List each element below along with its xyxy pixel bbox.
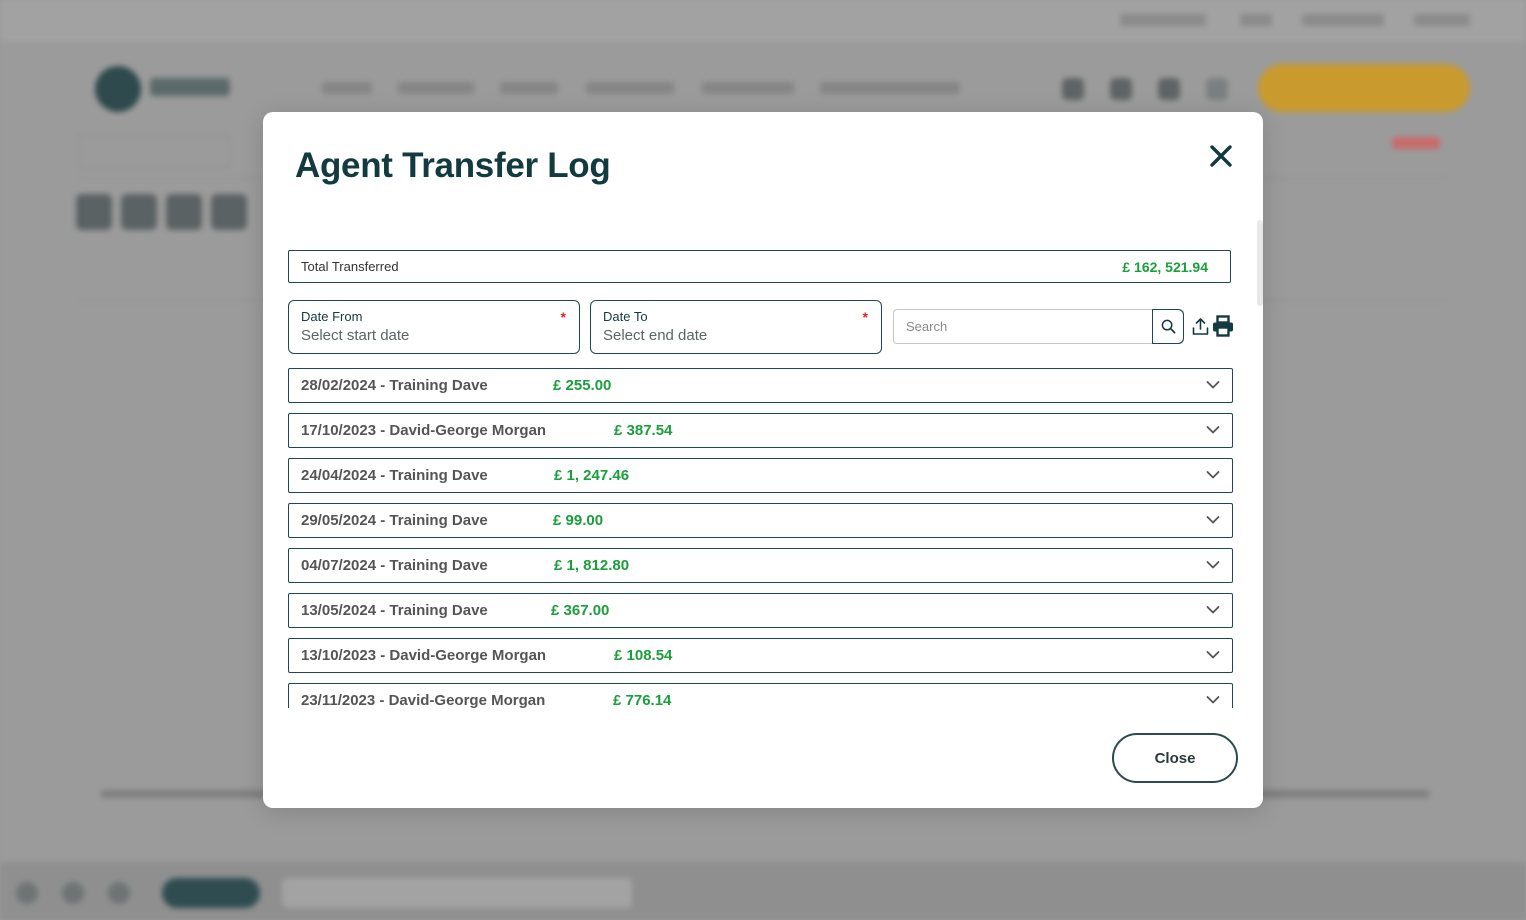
- entry-title: 29/05/2024 - Training Dave: [301, 512, 488, 529]
- entry-title: 04/07/2024 - Training Dave: [301, 557, 488, 574]
- entry-title: 13/05/2024 - Training Dave: [301, 602, 488, 619]
- background-nav-item: [322, 82, 372, 94]
- entry-title: 24/04/2024 - Training Dave: [301, 467, 488, 484]
- transfer-entry[interactable]: 28/02/2024 - Training Dave £ 255.00: [288, 368, 1233, 403]
- transfer-entry[interactable]: 13/05/2024 - Training Dave £ 367.00: [288, 593, 1233, 628]
- background-top-link: [1240, 14, 1272, 26]
- date-to-field[interactable]: Date To Select end date *: [590, 300, 882, 354]
- background-logo-icon: [95, 66, 141, 112]
- background-nav-item: [398, 82, 474, 94]
- required-marker: *: [560, 309, 566, 325]
- background-calendar-icon: [1110, 78, 1132, 100]
- agent-transfer-log-modal: Agent Transfer Log Total Transferred £ 1…: [263, 112, 1263, 808]
- entry-amount: £ 387.54: [614, 422, 673, 439]
- background-nav-item: [586, 82, 674, 94]
- transfer-entry[interactable]: 29/05/2024 - Training Dave £ 99.00: [288, 503, 1233, 538]
- close-icon[interactable]: [1203, 138, 1239, 174]
- background-nav-item: [702, 82, 794, 94]
- background-tool-button: [166, 194, 202, 230]
- transfer-list[interactable]: 28/02/2024 - Training Dave £ 255.00 17/1…: [288, 368, 1233, 708]
- entry-amount: £ 108.54: [614, 647, 673, 664]
- date-from-label: Date From: [301, 309, 363, 324]
- upload-icon[interactable]: [1192, 317, 1209, 341]
- entry-amount: £ 1, 812.80: [554, 557, 630, 574]
- background-logo-text: [150, 78, 230, 96]
- background-red-value: [1392, 137, 1440, 149]
- transfer-entry[interactable]: 13/10/2023 - David-George Morgan £ 108.5…: [288, 638, 1233, 673]
- entry-title: 23/11/2023 - David-George Morgan: [301, 692, 546, 708]
- entry-amount: £ 99.00: [553, 512, 604, 529]
- date-from-field[interactable]: Date From Select start date *: [288, 300, 580, 354]
- entry-amount: £ 367.00: [551, 602, 610, 619]
- close-button[interactable]: Close: [1112, 733, 1238, 783]
- chevron-down-icon: [1206, 426, 1220, 434]
- entry-amount: £ 255.00: [553, 377, 612, 394]
- transfer-entry[interactable]: 04/07/2024 - Training Dave £ 1, 812.80: [288, 548, 1233, 583]
- chevron-down-icon: [1206, 381, 1220, 389]
- background-nav-item: [820, 82, 960, 94]
- search-input[interactable]: [894, 310, 1152, 343]
- background-top-bar: [0, 0, 1526, 42]
- printer-icon[interactable]: [1212, 315, 1234, 342]
- total-transferred-label: Total Transferred: [301, 259, 399, 274]
- transfer-entry[interactable]: 24/04/2024 - Training Dave £ 1, 247.46: [288, 458, 1233, 493]
- background-pill: [162, 878, 260, 908]
- chevron-down-icon: [1206, 471, 1220, 479]
- background-bell-icon: [1158, 78, 1180, 100]
- search-icon: [1161, 319, 1175, 334]
- chevron-down-icon: [1206, 606, 1220, 614]
- background-top-link: [1414, 14, 1470, 26]
- modal-title: Agent Transfer Log: [295, 146, 611, 185]
- modal-scrollbar[interactable]: [1257, 220, 1263, 306]
- entry-title: 13/10/2023 - David-George Morgan: [301, 647, 547, 664]
- background-tool-button: [121, 194, 157, 230]
- transfer-entry[interactable]: 17/10/2023 - David-George Morgan £ 387.5…: [288, 413, 1233, 448]
- background-banner: [282, 878, 632, 908]
- chevron-down-icon: [1206, 651, 1220, 659]
- background-top-link: [1120, 14, 1206, 26]
- transfer-entry[interactable]: 23/11/2023 - David-George Morgan £ 776.1…: [288, 683, 1233, 708]
- background-tool-button: [76, 194, 112, 230]
- background-tool-button: [211, 194, 247, 230]
- background-bottom-icon: [16, 882, 38, 904]
- background-search-icon: [1206, 78, 1228, 100]
- chevron-down-icon: [1206, 516, 1220, 524]
- background-nav-item: [500, 82, 558, 94]
- entry-title: 28/02/2024 - Training Dave: [301, 377, 488, 394]
- entry-amount: £ 776.14: [613, 692, 672, 708]
- background-account-button: [1258, 64, 1470, 112]
- chevron-down-icon: [1206, 696, 1220, 704]
- search-button[interactable]: [1152, 309, 1184, 344]
- date-to-label: Date To: [603, 309, 648, 324]
- background-grid-icon: [1062, 78, 1084, 100]
- background-filter-field: [78, 134, 230, 168]
- total-transferred-value: £ 162, 521.94: [1122, 258, 1208, 275]
- background-top-link: [1302, 14, 1384, 26]
- background-bottom-icon: [62, 882, 84, 904]
- date-from-placeholder: Select start date: [301, 327, 410, 344]
- search-box: [893, 309, 1184, 344]
- total-transferred-bar: Total Transferred £ 162, 521.94: [288, 250, 1231, 283]
- chevron-down-icon: [1206, 561, 1220, 569]
- entry-title: 17/10/2023 - David-George Morgan: [301, 422, 547, 439]
- required-marker: *: [862, 309, 868, 325]
- background-bottom-icon: [108, 882, 130, 904]
- entry-amount: £ 1, 247.46: [554, 467, 630, 484]
- date-to-placeholder: Select end date: [603, 327, 708, 344]
